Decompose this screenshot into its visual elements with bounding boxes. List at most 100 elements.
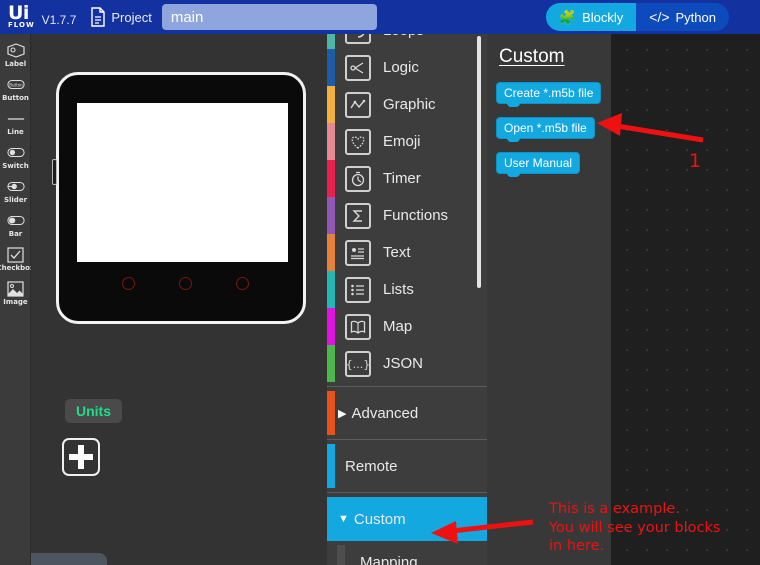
category-remote[interactable]: Remote [327, 444, 487, 488]
category-custom[interactable]: ▼ Custom [327, 497, 487, 541]
code-icon: </> [649, 9, 670, 25]
sidebar-label-text: Slider [3, 196, 28, 204]
category-color-band [327, 123, 335, 160]
uiflow-logo: Ui FLOW [8, 1, 35, 29]
text-icon [345, 239, 371, 266]
block-open-m5b-file[interactable]: Open *.m5b file [496, 117, 595, 142]
document-icon [90, 7, 106, 27]
sidebar-label-text: Label [4, 60, 27, 68]
sidebar-item-checkbox[interactable]: Checkbox [0, 242, 35, 276]
category-color-band [327, 444, 335, 488]
category-color-band [327, 308, 335, 345]
category-color-band [327, 271, 335, 308]
sigma-icon [345, 202, 371, 229]
emoji-icon [345, 128, 371, 155]
loop-icon [345, 34, 371, 44]
flyout-row: Create *.m5b file [487, 82, 611, 107]
version-label: V1.7.7 [41, 12, 77, 27]
block-user-manual[interactable]: User Manual [496, 152, 581, 177]
units-badge[interactable]: Units [65, 399, 122, 423]
category-label: Lists [383, 281, 414, 298]
list-icon [345, 276, 371, 303]
category-color-band [327, 345, 335, 382]
ui-components-sidebar: Label Button Button Line Switch Slider B… [0, 34, 35, 565]
category-lists[interactable]: Lists [327, 271, 487, 308]
device-side-button[interactable] [52, 159, 57, 185]
map-icon [345, 313, 371, 340]
category-json[interactable]: {...} JSON [327, 345, 487, 382]
logo-main-text: Ui [8, 1, 29, 24]
checkbox-icon [7, 246, 25, 263]
device-button-b[interactable] [179, 277, 192, 290]
category-color-band [327, 391, 335, 435]
sidebar-item-slider[interactable]: Slider [0, 174, 31, 208]
tab-python[interactable]: </> Python [636, 3, 729, 31]
block-category-palette[interactable]: Loops Logic Graphic Emoji [327, 34, 487, 565]
annotation-note: This is a example. You will see your blo… [549, 501, 721, 554]
category-map[interactable]: Map [327, 308, 487, 345]
sidebar-item-line[interactable]: Line [0, 106, 31, 140]
timer-icon [345, 165, 371, 192]
sidebar-item-bar[interactable]: Bar [0, 208, 31, 242]
category-emoji[interactable]: Emoji [327, 123, 487, 160]
category-advanced[interactable]: ▶ Advanced [327, 391, 487, 435]
category-label: Graphic [383, 96, 436, 113]
tab-blockly[interactable]: 🧩 Blockly [545, 3, 637, 31]
category-loops[interactable]: Loops [327, 34, 487, 49]
category-functions[interactable]: Functions [327, 197, 487, 234]
flyout-row: User Manual [487, 152, 611, 177]
sidebar-label-text: Switch [2, 162, 29, 170]
category-label: Custom [353, 510, 406, 528]
category-graphic[interactable]: Graphic [327, 86, 487, 123]
device-canvas-area: Units [31, 34, 327, 565]
project-group: Project [90, 4, 377, 30]
image-icon [7, 280, 25, 297]
svg-text:{...}: {...} [347, 358, 369, 371]
category-label: Advanced [351, 404, 419, 422]
uiflow-app: Ui FLOW V1.7.7 Project 🧩 Blockly </ [0, 0, 760, 565]
tab-python-label: Python [675, 9, 716, 25]
line-icon [7, 110, 25, 127]
category-label: Map [383, 318, 413, 335]
sidebar-item-switch[interactable]: Switch [0, 140, 31, 174]
sidebar-label-text: Bar [8, 230, 23, 238]
block-create-m5b-file[interactable]: Create *.m5b file [496, 82, 602, 107]
project-name-input[interactable] [161, 4, 377, 30]
category-color-band [327, 197, 335, 234]
project-label: Project [111, 9, 152, 25]
graphic-icon [345, 91, 371, 118]
category-color-band [327, 86, 335, 123]
category-timer[interactable]: Timer [327, 160, 487, 197]
category-color-band [327, 49, 335, 86]
chevron-right-icon: ▶ [338, 407, 347, 420]
device-preview[interactable] [52, 72, 306, 324]
category-text[interactable]: Text [327, 234, 487, 271]
category-custom-mapping[interactable]: Mapping [327, 541, 487, 565]
blockly-workspace[interactable] [611, 34, 760, 565]
category-logic[interactable]: Logic [327, 49, 487, 86]
logo-sub-text: FLOW [8, 20, 35, 29]
palette-divider [327, 386, 487, 387]
category-label: Loops [383, 34, 424, 39]
category-label: Remote [345, 457, 398, 475]
tag-icon [6, 42, 25, 59]
flyout-title: Custom [499, 46, 565, 67]
annotation-step-number: 1 [689, 150, 702, 172]
category-label: Text [383, 244, 411, 261]
sidebar-item-label[interactable]: Label [0, 38, 31, 72]
category-label: Functions [383, 207, 449, 224]
device-screen[interactable] [77, 103, 288, 262]
puzzle-icon: 🧩 [558, 9, 577, 25]
palette-divider [327, 492, 487, 493]
sidebar-item-image[interactable]: Image [0, 276, 31, 310]
add-unit-button[interactable] [62, 438, 100, 476]
device-button-c[interactable] [236, 277, 249, 290]
sidebar-label-text: Line [7, 128, 24, 136]
device-button-a[interactable] [122, 277, 135, 290]
status-pill[interactable] [31, 553, 107, 565]
category-label: Timer [383, 170, 421, 187]
palette-scrollbar[interactable] [477, 36, 481, 288]
sidebar-item-button[interactable]: Button Button [0, 72, 31, 106]
bar-icon [6, 212, 25, 229]
indent-marker [337, 545, 345, 565]
